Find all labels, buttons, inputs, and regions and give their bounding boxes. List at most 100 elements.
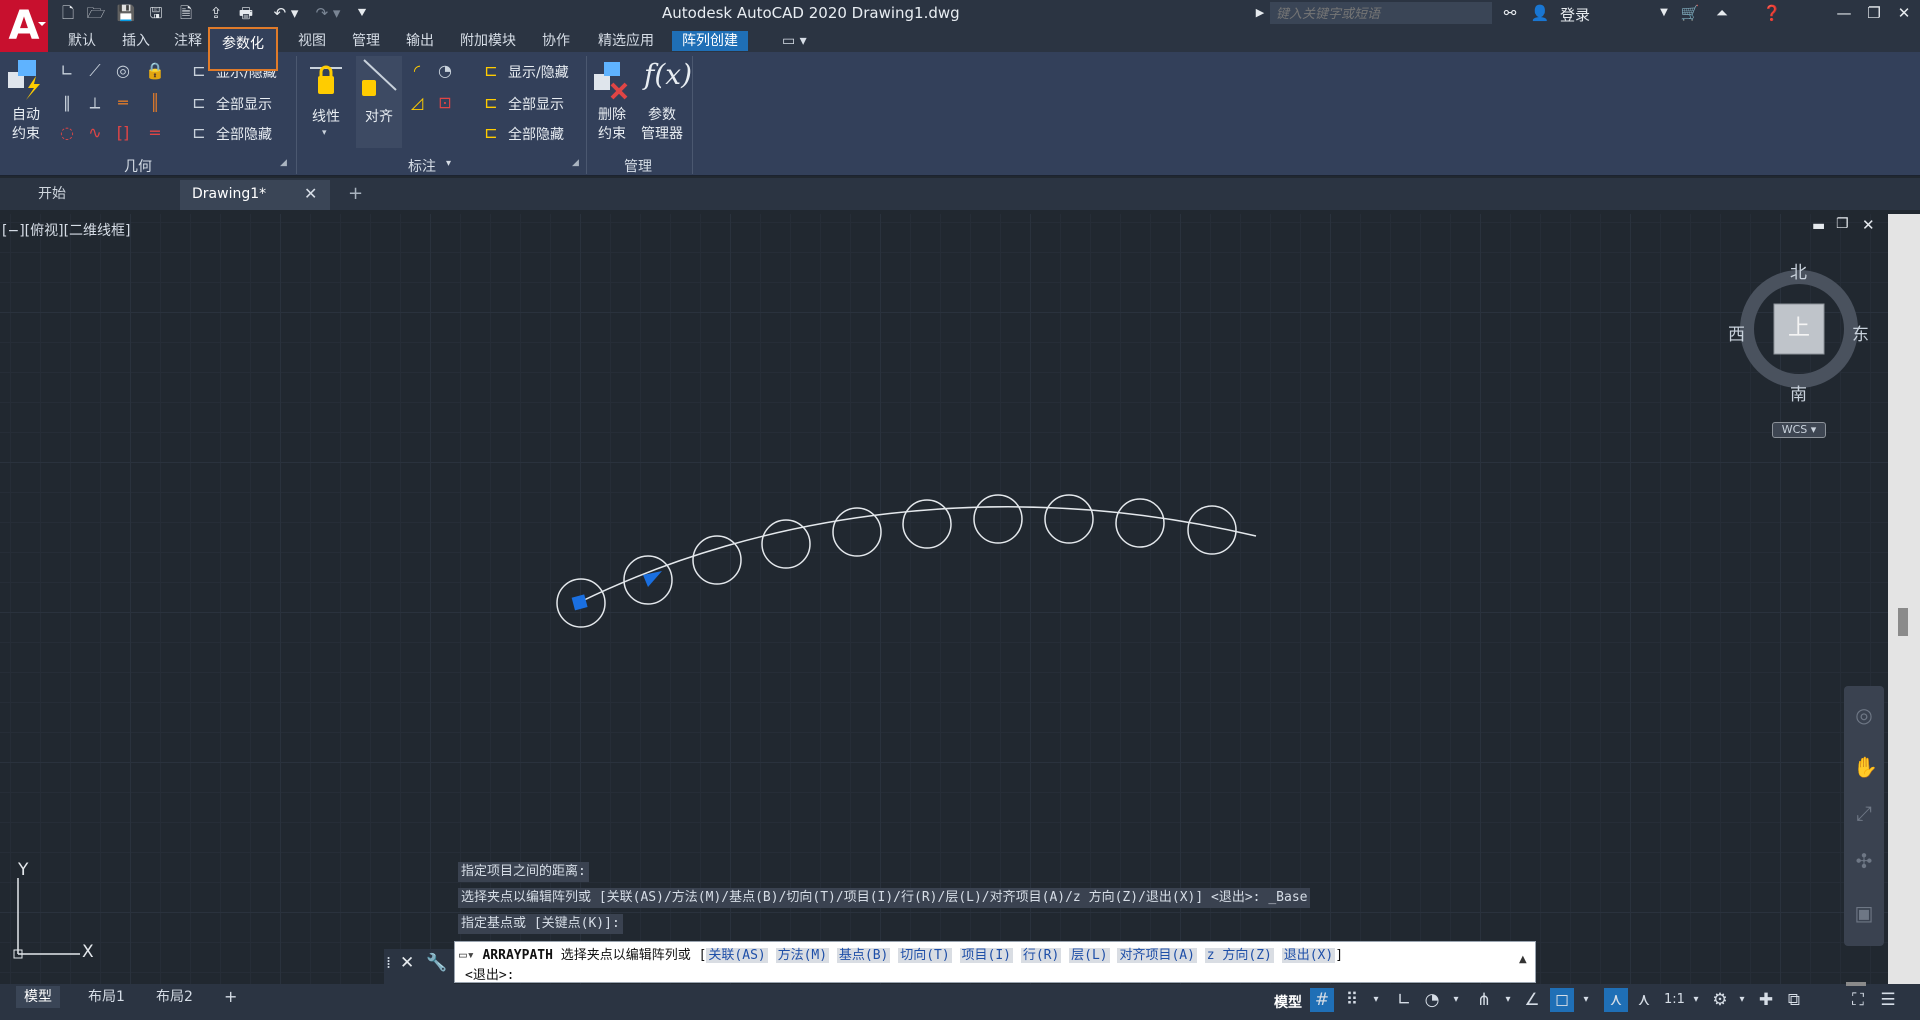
option-rows[interactable]: 行(R) — [1020, 948, 1062, 963]
save-icon[interactable]: 💾 — [116, 3, 136, 23]
layout-tab-layout1[interactable]: 布局1 — [80, 986, 133, 1008]
close-command-icon[interactable]: ✕ — [400, 953, 414, 973]
smooth-icon[interactable]: ∿ — [84, 122, 106, 144]
tab-default[interactable]: 默认 — [68, 31, 96, 51]
vertical-scroll-thumb[interactable] — [1898, 608, 1908, 636]
radius-icon[interactable]: ◔ — [434, 60, 456, 82]
collinear-icon[interactable]: ⟋ — [84, 60, 106, 82]
geo-show-all-button[interactable]: 全部显示 — [216, 94, 272, 114]
command-grip-icon[interactable]: ⁞ — [386, 953, 391, 972]
polar-icon[interactable]: ◔ — [1420, 988, 1444, 1012]
tab-addins[interactable]: 附加模块 — [460, 31, 516, 51]
dim-hide-all-button[interactable]: 全部隐藏 — [508, 124, 564, 144]
open-folder-icon[interactable]: 🗁 — [86, 3, 106, 23]
polar-dropdown-icon[interactable]: ▾ — [1444, 988, 1468, 1012]
angular-icon[interactable]: ◜ — [406, 60, 428, 82]
autodesk-a360-icon[interactable]: ⏶ — [1712, 3, 1732, 23]
search-expand-icon[interactable]: ▶ — [1250, 3, 1270, 23]
snap-dropdown-icon[interactable]: ▾ — [1364, 988, 1388, 1012]
coincident-icon[interactable]: ∟ — [56, 60, 78, 82]
restore-icon[interactable]: ❐ — [1860, 2, 1888, 24]
user-icon[interactable]: 👤 — [1530, 3, 1550, 23]
fx-icon[interactable]: f(x) — [644, 58, 692, 91]
undo-icon[interactable]: ↶ ▾ — [268, 3, 304, 23]
application-menu-button[interactable]: A — [0, 0, 48, 52]
tab-annotate[interactable]: 注释 — [174, 31, 202, 51]
option-items[interactable]: 项目(I) — [959, 948, 1013, 963]
tab-output[interactable]: 输出 — [406, 31, 434, 51]
save-as-icon[interactable]: 🖫 — [146, 3, 166, 23]
login-dropdown-icon[interactable]: ▼ — [1654, 3, 1674, 23]
option-tangent[interactable]: 切向(T) — [898, 948, 952, 963]
concentric-icon[interactable]: ◎ — [112, 60, 134, 82]
linear-dropdown-icon[interactable]: ▾ — [322, 128, 327, 138]
command-recent-icon[interactable]: ▭▾ — [459, 948, 475, 963]
parameters-manager-button[interactable]: 参数 管理器 — [636, 106, 688, 144]
object-snap-tracking-icon[interactable]: ∠ — [1520, 988, 1544, 1012]
start-tab[interactable]: 开始 — [0, 180, 180, 210]
annotation-monitor-icon[interactable]: ✚ — [1754, 988, 1778, 1012]
diameter-icon[interactable]: ◿ — [406, 92, 428, 114]
symmetric-icon[interactable]: [] — [112, 122, 134, 144]
workspace-dropdown-icon[interactable]: ▾ — [1730, 988, 1754, 1012]
auto-constrain-button[interactable]: 自动 约束 — [4, 106, 48, 144]
option-exit[interactable]: 退出(X) — [1281, 948, 1336, 963]
dim-show-hide-button[interactable]: 显示/隐藏 — [508, 62, 569, 82]
vertical-icon[interactable]: ║ — [144, 92, 166, 114]
tab-insert[interactable]: 插入 — [122, 31, 150, 51]
workspace-gear-icon[interactable]: ⚙ — [1708, 988, 1732, 1012]
perpendicular-icon[interactable]: ⟂ — [84, 92, 106, 114]
drawing-geometry[interactable] — [0, 214, 1888, 984]
add-layout-icon[interactable]: + — [216, 986, 245, 1008]
tab-view[interactable]: 视图 — [298, 31, 326, 51]
option-method[interactable]: 方法(M) — [775, 948, 830, 963]
drawing-canvas[interactable]: [−][俯视][二维线框] ▬ ❐ ✕ 上 北 南 东 西 WCS ▾ ◎ ✋ … — [0, 214, 1888, 984]
auto-scale-icon[interactable]: ⋏ — [1632, 988, 1656, 1012]
grid-icon[interactable]: # — [1310, 988, 1334, 1012]
option-levels[interactable]: 层(L) — [1069, 948, 1110, 963]
object-snap-icon[interactable]: ◻ — [1550, 988, 1574, 1012]
login-button[interactable]: 登录 — [1560, 4, 1590, 25]
tab-manage[interactable]: 管理 — [352, 31, 380, 51]
fix-lock-icon[interactable]: 🔒 — [144, 60, 166, 82]
option-associative[interactable]: 关联(AS) — [706, 948, 768, 963]
horizontal-icon[interactable]: ═ — [112, 92, 134, 114]
hscroll-thumb[interactable] — [1846, 982, 1866, 986]
minimize-icon[interactable]: — — [1830, 2, 1858, 24]
isodraft-dropdown-icon[interactable]: ▾ — [1496, 988, 1520, 1012]
convert-icon[interactable]: ⊡ — [434, 92, 456, 114]
linear-button[interactable]: 线性 — [306, 108, 346, 127]
isodraft-icon[interactable]: ⋔ — [1472, 988, 1496, 1012]
close-window-icon[interactable]: ✕ — [1890, 2, 1918, 24]
tab-collaborate[interactable]: 协作 — [542, 31, 570, 51]
model-space-button[interactable]: 模型 — [1274, 992, 1302, 1012]
geo-hide-all-button[interactable]: 全部隐藏 — [216, 124, 272, 144]
binoculars-icon[interactable]: ⚯ — [1500, 3, 1520, 23]
dim-show-all-button[interactable]: 全部显示 — [508, 94, 564, 114]
workspace-toggle-icon[interactable]: ▭ ▾ — [782, 31, 807, 51]
print-icon[interactable]: 🖶 — [236, 3, 256, 23]
close-tab-icon[interactable]: ✕ — [304, 180, 324, 210]
delete-constraints-button[interactable]: 删除 约束 — [590, 106, 634, 144]
fullscreen-icon[interactable]: ⛶ — [1846, 988, 1870, 1012]
scale-dropdown-icon[interactable]: ▾ — [1684, 988, 1708, 1012]
option-base-point[interactable]: 基点(B) — [836, 948, 891, 963]
customize-command-icon[interactable]: 🔧 — [426, 953, 447, 973]
command-line-input[interactable]: ▭▾ ARRAYPATH 选择夹点以编辑阵列或 [关联(AS) 方法(M) 基点… — [454, 941, 1536, 983]
parallel-icon[interactable]: ∥ — [56, 92, 78, 114]
tab-featured-apps[interactable]: 精选应用 — [598, 31, 654, 51]
plot-preview-icon[interactable]: 🗎 — [176, 3, 196, 23]
redo-icon[interactable]: ↷ ▾ — [310, 3, 346, 23]
isolate-objects-icon[interactable]: ⧉ — [1782, 988, 1806, 1012]
annotation-visibility-icon[interactable]: ⋏ — [1604, 988, 1628, 1012]
aligned-button[interactable]: 对齐 — [356, 56, 402, 148]
option-align-items[interactable]: 对齐项目(A) — [1117, 948, 1197, 963]
option-z-direction[interactable]: z 方向(Z) — [1204, 948, 1274, 963]
linear-dimension-icon[interactable] — [306, 60, 346, 100]
dimension-panel-expand-icon[interactable]: ▾ — [446, 158, 451, 169]
layout-tab-layout2[interactable]: 布局2 — [148, 986, 201, 1008]
tab-array-creation[interactable]: 阵列创建 — [672, 31, 748, 51]
auto-constrain-icon[interactable] — [6, 58, 46, 100]
new-tab-button[interactable]: + — [348, 180, 363, 210]
command-history-toggle-icon[interactable]: ▲ — [1519, 954, 1527, 965]
